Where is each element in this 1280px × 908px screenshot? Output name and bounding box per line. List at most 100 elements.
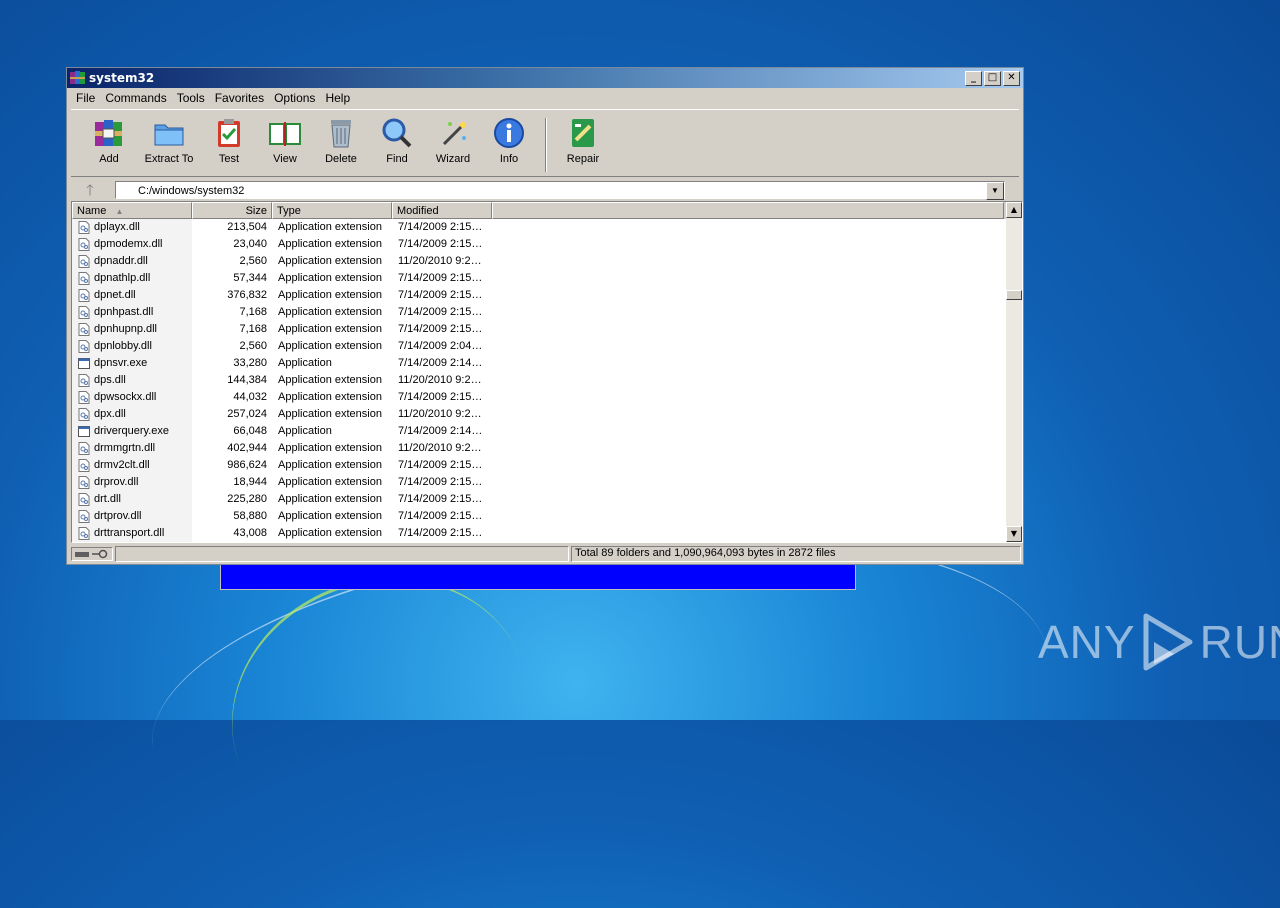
title-bar[interactable]: system32 _ □ ✕ <box>67 68 1023 88</box>
table-row[interactable]: driverquery.exe 66,048 Application 7/14/200… <box>72 423 1004 440</box>
status-summary: Total 89 folders and 1,090,964,093 bytes… <box>571 546 1021 562</box>
file-size: 66,048 <box>233 425 267 437</box>
dll-file-icon <box>78 493 90 506</box>
drive-icon <box>75 552 89 557</box>
watermark-text-left: ANY <box>1038 616 1136 668</box>
file-name-cell: dpnsvr.exe <box>72 355 192 372</box>
file-type: Application extension <box>278 459 382 471</box>
file-name: dpnhpast.dll <box>94 306 154 318</box>
chevron-down-icon[interactable]: ▼ <box>986 182 1004 200</box>
menu-options[interactable]: Options <box>269 91 320 105</box>
info-button[interactable]: Info <box>481 110 537 165</box>
trash-icon <box>331 120 351 148</box>
file-type: Application extension <box>278 306 382 318</box>
column-name-label: Name <box>77 205 107 217</box>
maximize-button[interactable]: □ <box>984 70 1001 86</box>
executable-file-icon <box>78 426 90 437</box>
file-size: 402,944 <box>227 442 267 454</box>
repair-button[interactable]: Repair <box>555 110 611 165</box>
table-row[interactable]: dpnlobby.dll 2,560 Application extension 7/… <box>72 338 1004 355</box>
column-size[interactable]: Size <box>192 202 272 219</box>
table-row[interactable]: dpnhpast.dll 7,168 Application extension 7/… <box>72 304 1004 321</box>
status-selection <box>115 546 569 562</box>
table-row[interactable]: dps.dll 144,384 Application extension 11/20… <box>72 372 1004 389</box>
address-field[interactable]: C:/windows/system32 ▼ <box>115 181 1005 200</box>
dll-file-icon <box>78 476 90 489</box>
table-row[interactable]: drmmgrtn.dll 402,944 Application extension… <box>72 440 1004 457</box>
scroll-down-button[interactable]: ▼ <box>1006 526 1022 542</box>
dll-file-icon <box>78 221 90 234</box>
scroll-up-button[interactable]: ▲ <box>1006 202 1022 218</box>
menu-tools[interactable]: Tools <box>172 91 210 105</box>
extract-to-label: Extract To <box>144 153 194 165</box>
file-name-cell: dpnhupnp.dll <box>72 321 192 338</box>
dll-file-icon <box>78 289 90 302</box>
file-name: drttransport.dll <box>94 527 165 539</box>
add-button[interactable]: Add <box>81 110 137 165</box>
minimize-button[interactable]: _ <box>965 70 982 86</box>
file-type: Application extension <box>278 408 382 420</box>
file-type: Application <box>278 425 332 437</box>
winrar-window: system32 _ □ ✕ File Commands Tools Favor… <box>66 67 1024 565</box>
dll-file-icon <box>78 374 90 387</box>
file-modified: 7/14/2009 2:04… <box>398 340 483 352</box>
delete-button[interactable]: Delete <box>313 110 369 165</box>
table-row[interactable]: drttransport.dll 43,008 Application extens… <box>72 525 1004 542</box>
view-button[interactable]: View <box>257 110 313 165</box>
table-row[interactable]: dpnhupnp.dll 7,168 Application extension 7/… <box>72 321 1004 338</box>
file-size: 18,944 <box>233 476 267 488</box>
vertical-scrollbar[interactable]: ▲ ▼ <box>1006 202 1022 542</box>
scroll-thumb[interactable] <box>1006 290 1022 300</box>
test-button[interactable]: Test <box>201 110 257 165</box>
status-drive-section <box>71 547 113 561</box>
table-row[interactable]: drtprov.dll 58,880 Application extension 7/… <box>72 508 1004 525</box>
menu-help[interactable]: Help <box>320 91 355 105</box>
archive-books-icon <box>95 120 122 146</box>
wizard-button[interactable]: Wizard <box>425 110 481 165</box>
file-name-cell: dps.dll <box>72 372 192 389</box>
address-path: C:/windows/system32 <box>138 185 245 197</box>
dll-file-icon <box>78 442 90 455</box>
find-button[interactable]: Find <box>369 110 425 165</box>
table-row[interactable]: drt.dll 225,280 Application extension 7/14/… <box>72 491 1004 508</box>
table-row[interactable]: drprov.dll 18,944 Application extension 7/1… <box>72 474 1004 491</box>
dll-file-icon <box>78 272 90 285</box>
table-row[interactable]: drmv2clt.dll 986,624 Application extension… <box>72 457 1004 474</box>
column-modified[interactable]: Modified <box>392 202 492 219</box>
file-type: Application extension <box>278 221 382 233</box>
column-name[interactable]: Name ▲ <box>72 202 192 219</box>
table-row[interactable]: dpwsockx.dll 44,032 Application extension 7… <box>72 389 1004 406</box>
file-name: dpwsockx.dll <box>94 391 157 403</box>
sort-ascending-icon: ▲ <box>115 207 124 216</box>
table-row[interactable]: dpnet.dll 376,832 Application extension 7/1… <box>72 287 1004 304</box>
file-modified: 11/20/2010 9:2… <box>398 255 482 267</box>
file-size: 257,024 <box>227 408 267 420</box>
menu-favorites[interactable]: Favorites <box>210 91 269 105</box>
file-size: 213,504 <box>227 221 267 233</box>
file-name: dpnathlp.dll <box>94 272 151 284</box>
file-size: 44,032 <box>233 391 267 403</box>
file-name-cell: dpnet.dll <box>72 287 192 304</box>
menu-commands[interactable]: Commands <box>100 91 171 105</box>
close-button[interactable]: ✕ <box>1003 70 1020 86</box>
table-row[interactable]: dplayx.dll 213,504 Application extension 7/… <box>72 219 1004 236</box>
table-row[interactable]: dpnathlp.dll 57,344 Application extension 7… <box>72 270 1004 287</box>
table-row[interactable]: dpmodemx.dll 23,040 Application extension 7… <box>72 236 1004 253</box>
test-label: Test <box>218 153 240 165</box>
column-filler <box>492 202 1004 219</box>
toolbar-separator <box>545 118 547 172</box>
file-name-cell: drmmgrtn.dll <box>72 440 192 457</box>
menu-file[interactable]: File <box>71 91 100 105</box>
find-label: Find <box>386 153 408 165</box>
file-name-cell: drprov.dll <box>72 474 192 491</box>
up-one-level-button[interactable]: 🡑 <box>75 180 105 200</box>
dll-file-icon <box>78 408 90 421</box>
column-type[interactable]: Type <box>272 202 392 219</box>
table-row[interactable]: dpx.dll 257,024 Application extension 11/20… <box>72 406 1004 423</box>
file-type: Application extension <box>278 442 382 454</box>
table-row[interactable]: dpnsvr.exe 33,280 Application 7/14/2009 2:1… <box>72 355 1004 372</box>
dll-file-icon <box>78 459 90 472</box>
extract-to-button[interactable]: Extract To <box>137 110 201 165</box>
view-label: View <box>273 153 297 165</box>
table-row[interactable]: dpnaddr.dll 2,560 Application extension 11/… <box>72 253 1004 270</box>
